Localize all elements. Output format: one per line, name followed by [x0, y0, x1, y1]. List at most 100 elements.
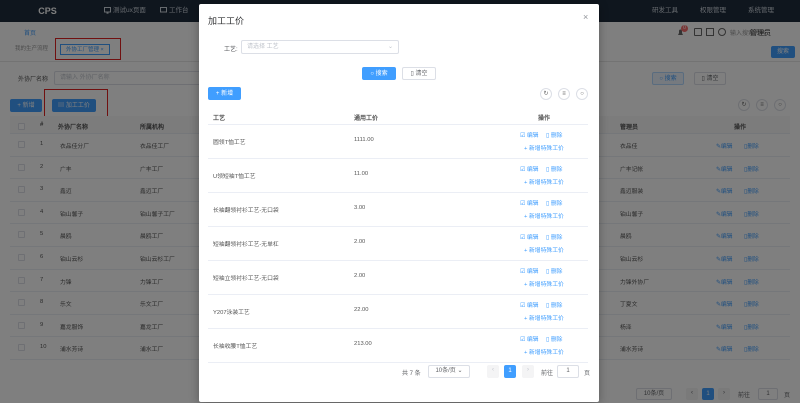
add-special-price-button[interactable]: + 新增特殊工价 — [524, 245, 564, 254]
delete-label: 删除 — [550, 337, 563, 343]
cell-process: 短袖翻领衬衫工艺-无单杠 — [213, 242, 279, 248]
edit-button[interactable]: ☑ 编辑 — [520, 198, 538, 207]
add-special-price-label: 新增特殊工价 — [529, 214, 564, 220]
dialog-title: 加工工价 — [208, 16, 245, 26]
delete-button[interactable]: ▯ 删除 — [546, 130, 562, 139]
edit-label: 编辑 — [526, 303, 539, 309]
dialog-search-label: 搜索 — [375, 71, 388, 77]
edit-button[interactable]: ☑ 编辑 — [520, 300, 538, 309]
close-icon[interactable]: × — [583, 12, 588, 22]
delete-label: 删除 — [550, 303, 563, 309]
cell-process: Y207泳装工艺 — [213, 310, 250, 316]
edit-button[interactable]: ☑ 编辑 — [520, 232, 538, 241]
cell-price: 2.00 — [354, 239, 366, 245]
dialog-page-size[interactable]: 10条/页 ⌄ — [428, 365, 470, 378]
add-special-price-label: 新增特殊工价 — [529, 282, 564, 288]
edit-label: 编辑 — [526, 269, 539, 275]
process-select-placeholder: 请选择 工艺 — [247, 44, 279, 50]
refresh-icon[interactable]: ↻ — [540, 88, 552, 100]
add-special-price-button[interactable]: + 新增特殊工价 — [524, 313, 564, 322]
edit-button[interactable]: ☑ 编辑 — [520, 164, 538, 173]
edit-icon: ☑ — [520, 303, 527, 309]
app-root: CPS 测试ux页面 工作台 研发工具 权限管理 系统管理 首页 我的生产流程 … — [0, 0, 800, 403]
delete-button[interactable]: ▯ 删除 — [546, 164, 562, 173]
delete-label: 删除 — [550, 167, 563, 173]
chevron-down-icon: ⌄ — [387, 44, 393, 50]
edit-icon: ☑ — [520, 201, 527, 207]
cell-process: 圆领T恤工艺 — [213, 140, 246, 146]
process-label: 工艺: — [224, 47, 238, 53]
cell-price: 3.00 — [354, 205, 366, 211]
edit-button[interactable]: ☑ 编辑 — [520, 130, 538, 139]
add-special-price-label: 新增特殊工价 — [529, 316, 564, 322]
edit-label: 编辑 — [526, 167, 539, 173]
dialog-goto-label: 前往 — [541, 371, 554, 377]
delete-label: 删除 — [550, 235, 563, 241]
dialog-reset-button[interactable]: ▯ 清空 — [402, 67, 436, 80]
table-row: 长袖翻领衬衫工艺-无口袋 3.00 ☑ 编辑 ▯ 删除 + 新增特殊工价 — [208, 193, 588, 227]
delete-button[interactable]: ▯ 删除 — [546, 198, 562, 207]
edit-label: 编辑 — [526, 235, 539, 241]
process-price-dialog: 加工工价 × 工艺: 请选择 工艺 ⌄ ○ 搜索 ▯ 清空 + 新增 ↻ ≡ ○ … — [199, 4, 599, 402]
delete-label: 删除 — [550, 133, 563, 139]
edit-label: 编辑 — [526, 201, 539, 207]
cell-price: 2.00 — [354, 273, 366, 279]
dialog-table-header — [208, 108, 588, 125]
dialog-page-size-value: 10条/页 — [435, 368, 456, 374]
table-row: Y207泳装工艺 22.00 ☑ 编辑 ▯ 删除 + 新增特殊工价 — [208, 295, 588, 329]
edit-icon: ☑ — [520, 337, 527, 343]
edit-button[interactable]: ☑ 编辑 — [520, 266, 538, 275]
edit-label: 编辑 — [526, 133, 539, 139]
dialog-prev-page[interactable]: ‹ — [487, 365, 499, 378]
dialog-total: 共 7 条 — [402, 371, 421, 377]
cell-process: 短袖立领衬衫工艺-无口袋 — [213, 276, 279, 282]
add-special-price-label: 新增特殊工价 — [529, 248, 564, 254]
edit-icon: ☑ — [520, 167, 527, 173]
dialog-th-process: 工艺 — [213, 116, 226, 122]
add-special-price-button[interactable]: + 新增特殊工价 — [524, 143, 564, 152]
dialog-add-button[interactable]: + 新增 — [208, 87, 241, 100]
search-toggle-icon[interactable]: ○ — [576, 88, 588, 100]
dialog-page-1[interactable]: 1 — [504, 365, 516, 378]
process-select[interactable]: 请选择 工艺 ⌄ — [241, 40, 399, 54]
edit-icon: ☑ — [520, 235, 527, 241]
cell-process: 长袖收腰T恤工艺 — [213, 344, 258, 350]
cell-price: 1111.00 — [354, 137, 374, 143]
dialog-goto-unit: 页 — [584, 371, 591, 377]
table-row: 短袖翻领衬衫工艺-无单杠 2.00 ☑ 编辑 ▯ 删除 + 新增特殊工价 — [208, 227, 588, 261]
edit-button[interactable]: ☑ 编辑 — [520, 334, 538, 343]
cell-price: 22.00 — [354, 307, 369, 313]
dialog-th-price: 通用工价 — [354, 116, 379, 122]
delete-button[interactable]: ▯ 删除 — [546, 300, 562, 309]
table-row: 长袖收腰T恤工艺 213.00 ☑ 编辑 ▯ 删除 + 新增特殊工价 — [208, 329, 588, 363]
delete-label: 删除 — [550, 201, 563, 207]
dialog-search-button[interactable]: ○ 搜索 — [362, 67, 396, 80]
delete-label: 删除 — [550, 269, 563, 275]
add-special-price-button[interactable]: + 新增特殊工价 — [524, 211, 564, 220]
cell-process: U领短袖T恤工艺 — [213, 174, 256, 180]
chevron-down-icon: ⌄ — [457, 368, 463, 374]
columns-icon[interactable]: ≡ — [558, 88, 570, 100]
table-row: U领短袖T恤工艺 11.00 ☑ 编辑 ▯ 删除 + 新增特殊工价 — [208, 159, 588, 193]
table-row: 短袖立领衬衫工艺-无口袋 2.00 ☑ 编辑 ▯ 删除 + 新增特殊工价 — [208, 261, 588, 295]
delete-button[interactable]: ▯ 删除 — [546, 266, 562, 275]
add-special-price-button[interactable]: + 新增特殊工价 — [524, 279, 564, 288]
dialog-th-action: 操作 — [538, 116, 551, 122]
edit-label: 编辑 — [526, 337, 539, 343]
dialog-add-label: 新增 — [221, 91, 234, 97]
edit-icon: ☑ — [520, 133, 527, 139]
add-special-price-label: 新增特殊工价 — [529, 146, 564, 152]
dialog-goto-input[interactable]: 1 — [557, 365, 579, 378]
table-row: 圆领T恤工艺 1111.00 ☑ 编辑 ▯ 删除 + 新增特殊工价 — [208, 125, 588, 159]
add-special-price-button[interactable]: + 新增特殊工价 — [524, 177, 564, 186]
delete-button[interactable]: ▯ 删除 — [546, 232, 562, 241]
delete-button[interactable]: ▯ 删除 — [546, 334, 562, 343]
add-special-price-button[interactable]: + 新增特殊工价 — [524, 347, 564, 356]
add-special-price-label: 新增特殊工价 — [529, 350, 564, 356]
dialog-next-page[interactable]: › — [522, 365, 534, 378]
cell-price: 213.00 — [354, 341, 372, 347]
cell-process: 长袖翻领衬衫工艺-无口袋 — [213, 208, 279, 214]
add-special-price-label: 新增特殊工价 — [529, 180, 564, 186]
dialog-reset-label: 清空 — [415, 71, 428, 77]
cell-price: 11.00 — [354, 171, 369, 177]
